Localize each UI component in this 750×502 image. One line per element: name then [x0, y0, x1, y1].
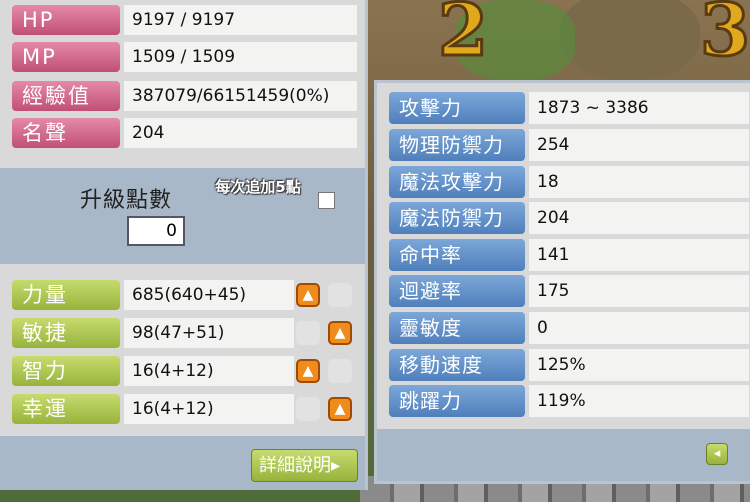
detail-row: 跳躍力 119% — [389, 385, 749, 419]
detail-button-label: 詳細說明 — [259, 455, 331, 476]
phys-def-value: 254 — [529, 129, 749, 161]
dex-row: 敏捷 98(47+51) ▲ — [8, 316, 358, 349]
detail-row: 物理防禦力 254 — [389, 129, 749, 163]
hands-value: 0 — [529, 312, 749, 344]
detail-row: 移動速度 125% — [389, 349, 749, 383]
phys-def-label: 物理防禦力 — [389, 129, 525, 161]
int-row: 智力 16(4+12) ▲ — [8, 354, 358, 387]
int-label: 智力 — [12, 356, 120, 386]
accuracy-label: 命中率 — [389, 239, 525, 271]
str-up-button[interactable]: ▲ — [296, 283, 320, 307]
hp-row: HP 9197 / 9197 — [8, 3, 358, 36]
attack-label: 攻擊力 — [389, 92, 525, 124]
luk-label: 幸運 — [12, 394, 120, 424]
auto-assign-checkbox[interactable] — [318, 192, 335, 209]
dex-label: 敏捷 — [12, 318, 120, 348]
mp-row: MP 1509 / 1509 — [8, 40, 358, 73]
exp-label: 經驗值 — [12, 81, 120, 111]
avoid-label: 迴避率 — [389, 275, 525, 307]
dex-value: 98(47+51) — [124, 318, 294, 348]
dex-up-button[interactable]: ▲ — [328, 321, 352, 345]
luk-slot — [296, 397, 320, 421]
auto-assign-label: 每次追加5點 — [215, 178, 301, 196]
str-label: 力量 — [12, 280, 120, 310]
detail-row: 靈敏度 0 — [389, 312, 749, 346]
accuracy-value: 141 — [529, 239, 749, 271]
fame-value: 204 — [124, 118, 357, 148]
hp-label: HP — [12, 5, 120, 35]
detail-button[interactable]: 詳細說明▸ — [251, 449, 358, 482]
int-slot — [328, 359, 352, 383]
luk-value: 16(4+12) — [124, 394, 294, 424]
stage-number: 3 — [698, 0, 750, 72]
exp-row: 經驗值 387079/66151459(0%) — [8, 79, 358, 112]
detail-row: 迴避率 175 — [389, 275, 749, 309]
magic-atk-value: 18 — [529, 166, 749, 198]
magic-def-value: 204 — [529, 202, 749, 234]
attack-value: 1873 ~ 3386 — [529, 92, 749, 124]
chevron-left-icon[interactable]: ◂ — [706, 443, 728, 465]
dex-slot — [296, 321, 320, 345]
detail-row: 魔法攻擊力 18 — [389, 166, 749, 200]
stat-window: HP 9197 / 9197 MP 1509 / 1509 經驗值 387079… — [0, 0, 368, 490]
mp-label: MP — [12, 42, 120, 72]
rock-decoration — [560, 0, 700, 80]
mp-value: 1509 / 1509 — [124, 42, 357, 72]
hands-label: 靈敏度 — [389, 312, 525, 344]
int-up-button[interactable]: ▲ — [296, 359, 320, 383]
str-row: 力量 685(640+45) ▲ — [8, 278, 358, 311]
chevron-right-icon: ▸ — [331, 455, 341, 476]
magic-atk-label: 魔法攻擊力 — [389, 166, 525, 198]
avoid-value: 175 — [529, 275, 749, 307]
fame-row: 名聲 204 — [8, 116, 358, 149]
detail-row: 命中率 141 — [389, 239, 749, 273]
detail-window-footer: ◂ — [377, 429, 750, 481]
attribute-section: 力量 685(640+45) ▲ 敏捷 98(47+51) ▲ 智力 16(4+… — [0, 264, 365, 434]
detail-row: 攻擊力 1873 ~ 3386 — [389, 92, 749, 126]
hp-value: 9197 / 9197 — [124, 5, 357, 35]
str-slot — [328, 283, 352, 307]
detail-row: 魔法防禦力 204 — [389, 202, 749, 236]
ability-point-section: 升級點數 0 每次追加5點 — [0, 168, 365, 264]
luk-up-button[interactable]: ▲ — [328, 397, 352, 421]
exp-value: 387079/66151459(0%) — [124, 81, 357, 111]
speed-label: 移動速度 — [389, 349, 525, 381]
fame-label: 名聲 — [12, 118, 120, 148]
detail-window: 攻擊力 1873 ~ 3386 物理防禦力 254 魔法攻擊力 18 魔法防禦力… — [374, 80, 750, 484]
str-value: 685(640+45) — [124, 280, 294, 310]
int-value: 16(4+12) — [124, 356, 294, 386]
stage-number: 2 — [436, 0, 489, 72]
ability-point-title: 升級點數 — [80, 188, 173, 213]
jump-value: 119% — [529, 385, 749, 417]
magic-def-label: 魔法防禦力 — [389, 202, 525, 234]
speed-value: 125% — [529, 349, 749, 381]
ability-point-value: 0 — [127, 216, 185, 246]
jump-label: 跳躍力 — [389, 385, 525, 417]
luk-row: 幸運 16(4+12) ▲ — [8, 392, 358, 425]
